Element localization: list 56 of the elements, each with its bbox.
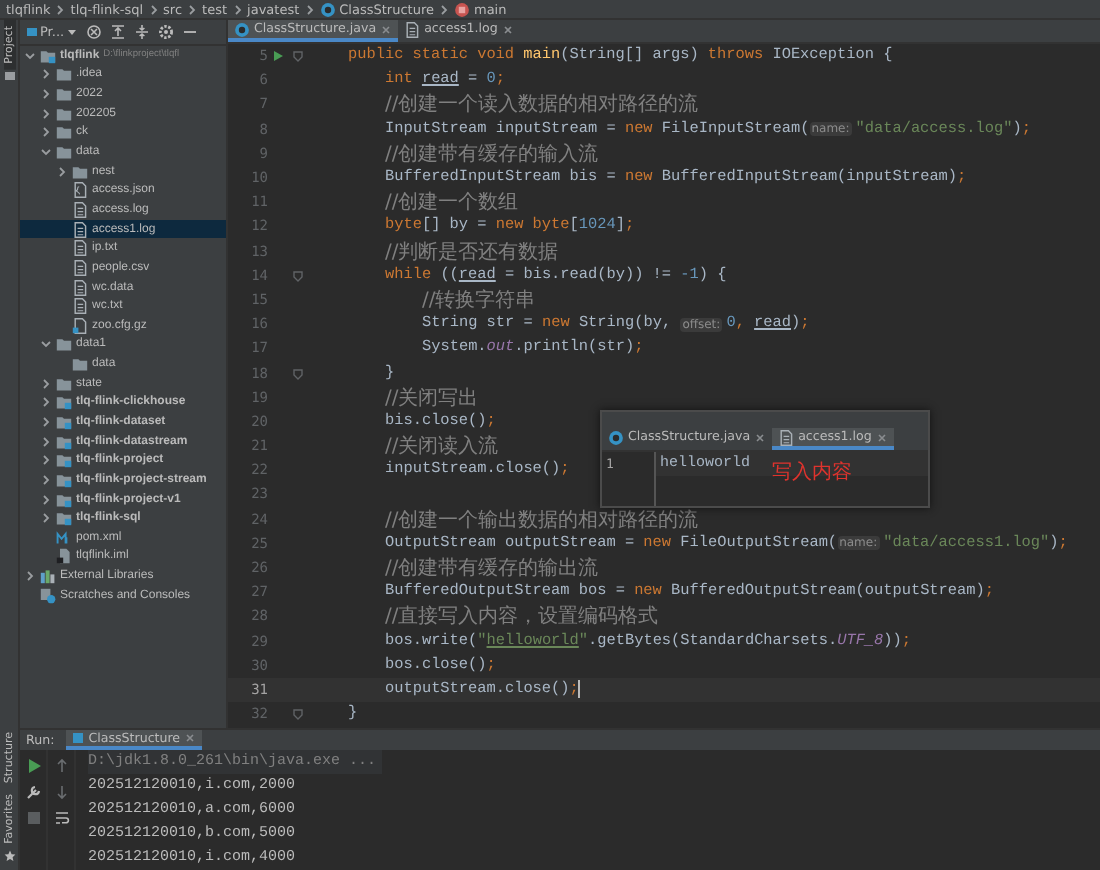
collapse-icon[interactable] (110, 24, 127, 40)
separator-icon (186, 3, 199, 15)
separator-icon (437, 3, 450, 15)
method-icon (453, 1, 470, 17)
code-line: //创建一个读入数据的相对路径的流 (385, 92, 699, 118)
maven-icon (56, 529, 72, 546)
soft-wrap-icon[interactable] (53, 810, 69, 826)
close-icon[interactable] (754, 431, 767, 443)
down-arrow-icon[interactable] (53, 784, 69, 800)
code-line: //创建一个输出数据的相对路径的流 (385, 507, 699, 532)
code-line: //创建带有缓存的输入流 (385, 141, 599, 166)
close-icon[interactable] (501, 23, 514, 35)
chevron-icon (24, 570, 36, 583)
code-line: //直接写入内容，设置编码格式 (385, 604, 659, 629)
settings-icon[interactable] (158, 24, 175, 40)
code-line: //转换字符串 (422, 287, 536, 313)
class-icon (72, 732, 85, 744)
code-line: //判断是否还有数据 (385, 239, 559, 264)
code-line: //关闭写出 (385, 385, 479, 410)
fold-icon[interactable] (292, 708, 304, 721)
close-icon[interactable] (380, 23, 393, 35)
run-icon[interactable] (25, 758, 41, 774)
separator-icon (54, 3, 67, 15)
close-icon[interactable] (875, 431, 888, 443)
file-icon (72, 279, 88, 295)
separator-icon (147, 3, 160, 15)
up-arrow-icon[interactable] (53, 758, 69, 774)
fold-icon[interactable] (292, 269, 304, 282)
module-folder-icon (40, 47, 56, 64)
close-icon[interactable] (184, 732, 197, 744)
module-file-icon (56, 548, 72, 565)
wrench-icon[interactable] (25, 784, 41, 800)
chevron-icon[interactable] (40, 338, 52, 351)
code-line: //关闭读入流 (385, 434, 499, 459)
run-icon[interactable] (272, 50, 284, 63)
project-icon (26, 26, 38, 38)
archive-file-icon (72, 317, 88, 334)
stop-icon[interactable] (25, 810, 41, 826)
separator-icon (231, 3, 244, 15)
expand-icon[interactable] (134, 24, 151, 40)
json-file-icon (72, 182, 88, 199)
file-icon (404, 21, 421, 37)
fold-icon[interactable] (292, 367, 304, 380)
star-icon (3, 850, 15, 862)
file-icon (778, 429, 795, 445)
file-icon (72, 298, 88, 315)
separator-icon (303, 3, 316, 15)
library-icon (40, 568, 56, 585)
code-line: //创建带有缓存的输出流 (385, 555, 599, 581)
scratches-icon (40, 587, 56, 604)
fold-icon[interactable] (292, 50, 304, 63)
file-icon (72, 201, 88, 218)
caret-icon (66, 26, 79, 38)
code-line: //创建一个数组 (385, 190, 519, 215)
annotation-text: 写入内容 (772, 459, 853, 486)
folder-icon (3, 69, 15, 82)
